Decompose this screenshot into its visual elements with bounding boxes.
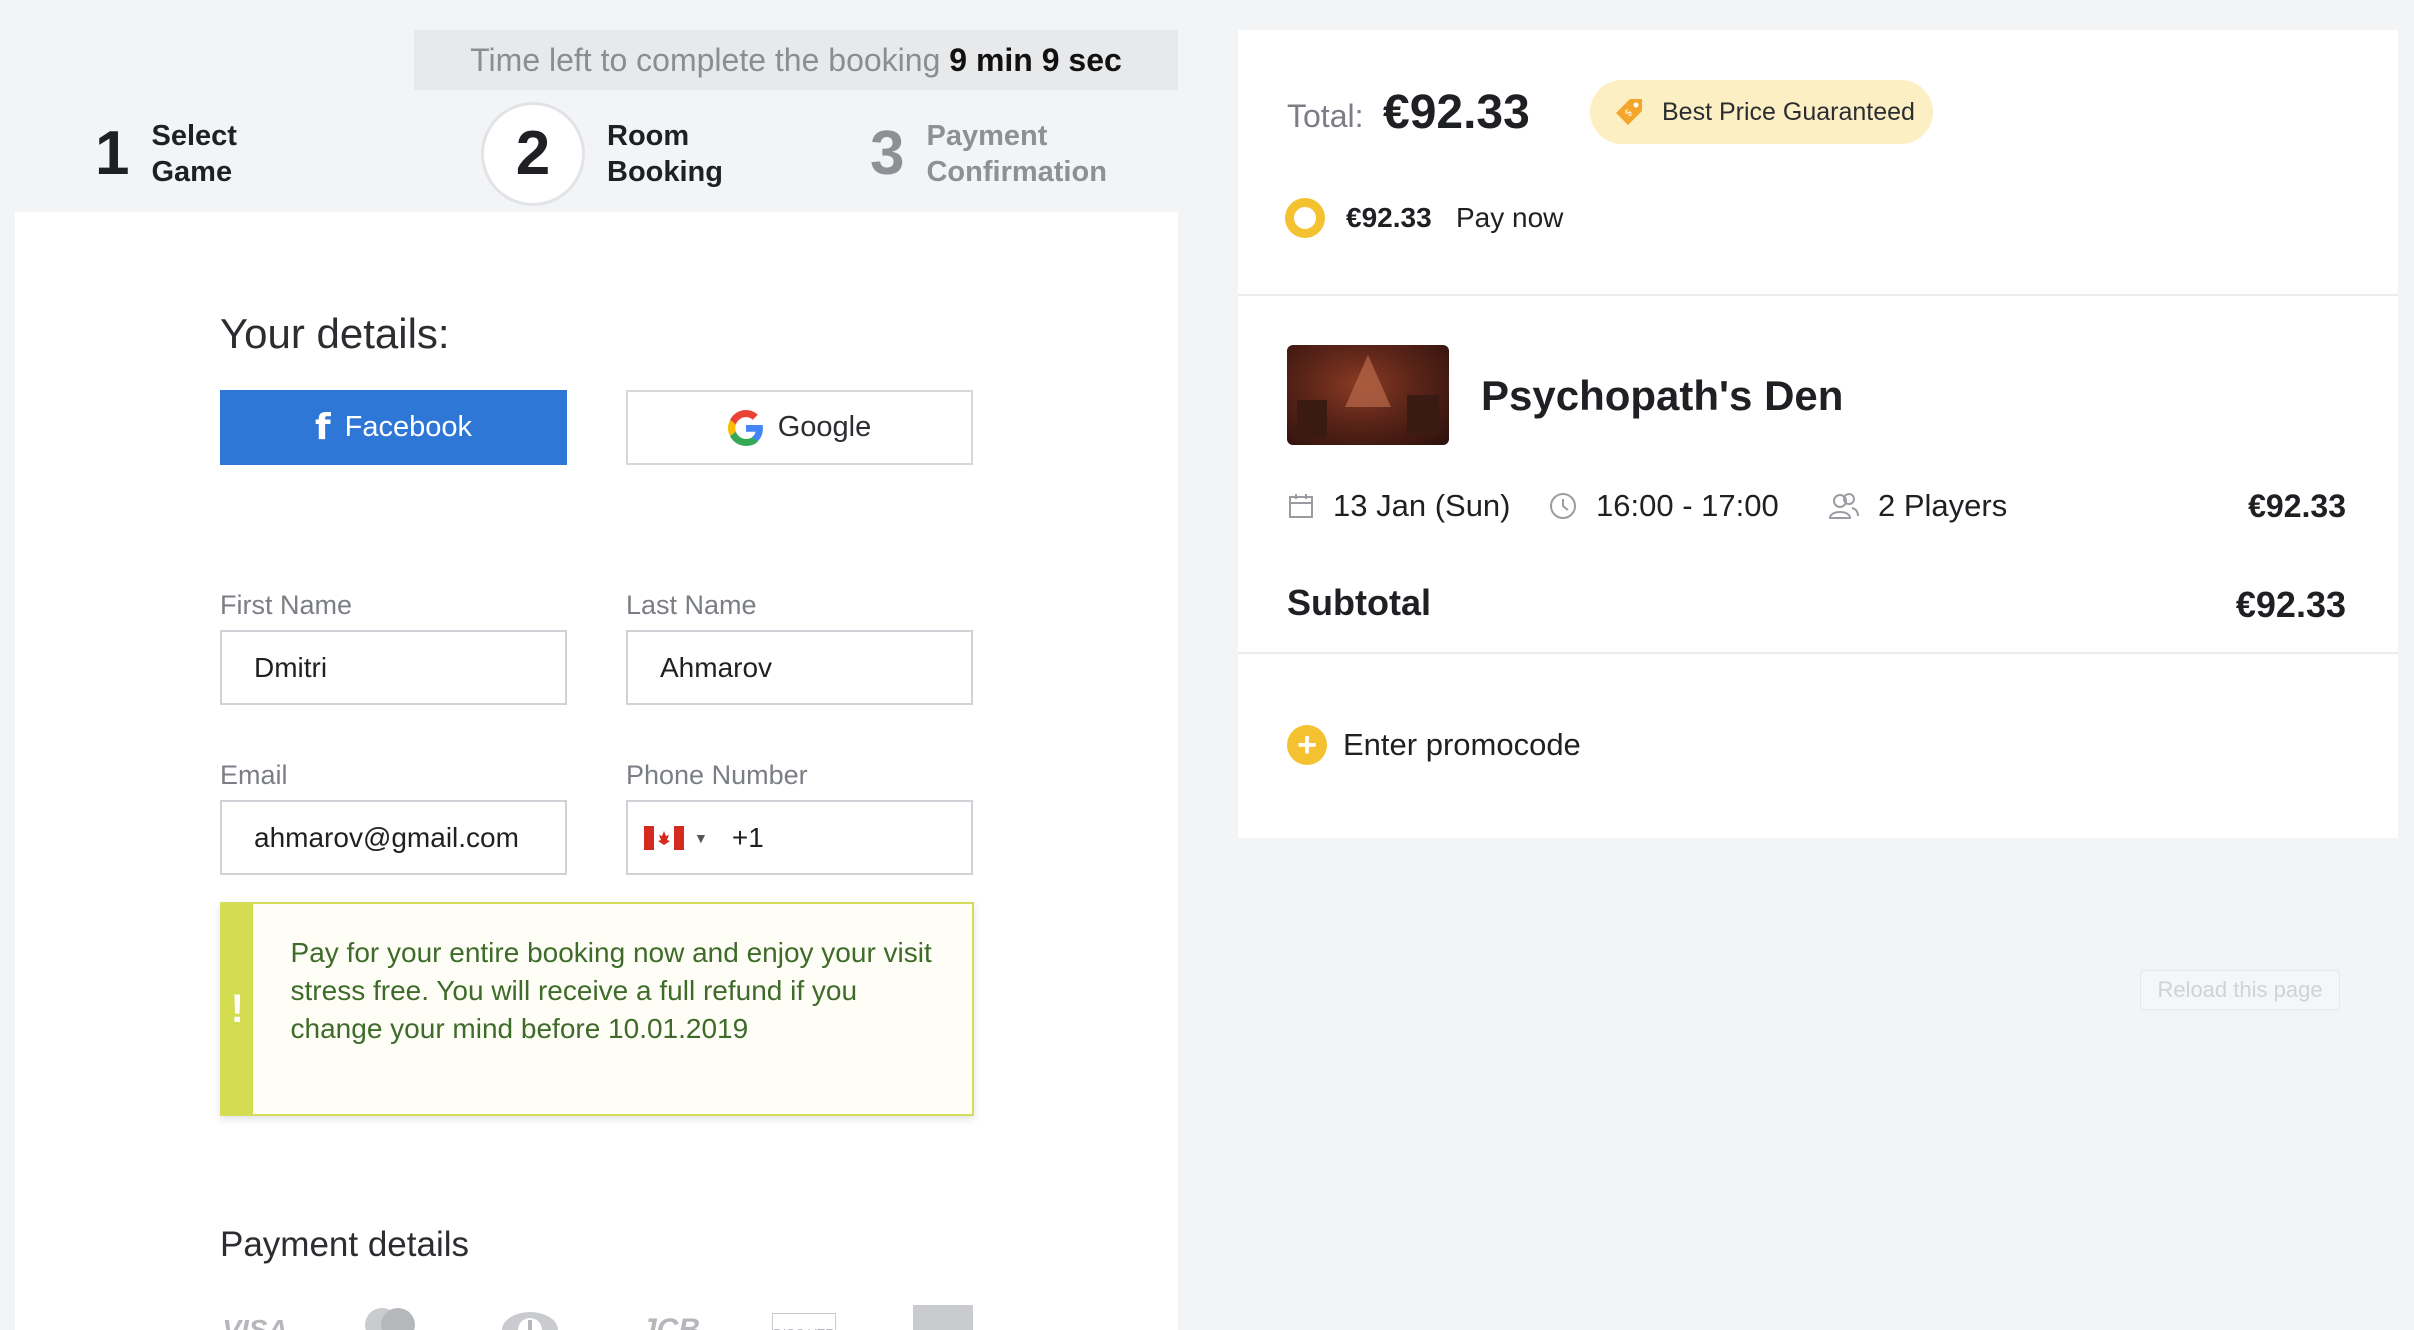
room-thumbnail <box>1287 345 1449 445</box>
divider <box>1238 652 2398 654</box>
jcb-card-icon: JCB <box>639 1313 700 1330</box>
first-name-label: First Name <box>220 590 353 620</box>
step-number-active: 2 <box>481 102 585 206</box>
reload-page-button[interactable]: Reload this page <box>2140 970 2340 1010</box>
step-select-game[interactable]: 1 Select Game <box>95 98 237 210</box>
canada-flag-icon <box>644 825 684 850</box>
mastercard-card-icon: mastercard <box>355 1305 425 1330</box>
badge-label: Best Price Guaranteed <box>1662 97 1915 126</box>
step-number: 1 <box>95 119 130 188</box>
mastercard-circles-icon <box>365 1308 415 1330</box>
players-icon <box>1828 493 1859 519</box>
booking-time: 16:00 - 17:00 <box>1548 488 1779 524</box>
players-text: 2 Players <box>1878 488 2008 523</box>
your-details-heading: Your details: <box>220 310 450 357</box>
step-label-line: Confirmation <box>926 156 1107 188</box>
price-tag-icon: $ <box>1616 99 1642 125</box>
step-label-line: Booking <box>607 156 723 188</box>
phone-code: +1 <box>731 821 764 853</box>
last-name-label: Last Name <box>626 590 757 620</box>
exclamation-icon: ! <box>222 904 253 1114</box>
time-text: 16:00 - 17:00 <box>1596 488 1779 523</box>
booking-players: 2 Players <box>1828 488 2007 524</box>
total-value: €92.33 <box>1383 86 1530 139</box>
pay-now-amount: €92.33 <box>1346 202 1432 233</box>
phone-input[interactable]: ▼ +1 <box>626 800 973 875</box>
step-label: Payment Confirmation <box>926 118 1106 190</box>
amex-card-icon <box>913 1305 973 1330</box>
room-title: Psychopath's Den <box>1481 372 1844 419</box>
step-number: 3 <box>870 119 905 188</box>
notice-text: Pay for your entire booking now and enjo… <box>290 937 932 1044</box>
timer-prefix: Time left to complete the booking <box>470 42 941 78</box>
step-label: Room Booking <box>607 118 723 190</box>
step-label-line: Room <box>607 120 690 152</box>
booking-timer: Time left to complete the booking 9 min … <box>414 30 1178 90</box>
facebook-icon: f <box>314 407 331 448</box>
clock-icon <box>1550 493 1576 519</box>
line-price: €92.33 <box>2248 488 2346 524</box>
pay-now-radio[interactable] <box>1285 198 1325 238</box>
enter-promocode-button[interactable]: + Enter promocode <box>1287 725 1581 765</box>
step-label-line: Select <box>151 120 237 152</box>
facebook-login-button[interactable]: f Facebook <box>220 390 567 465</box>
step-payment-confirmation: 3 Payment Confirmation <box>870 98 1107 210</box>
email-input[interactable]: ahmarov@gmail.com <box>220 800 567 875</box>
email-label: Email <box>220 760 288 790</box>
country-selector[interactable]: ▼ <box>644 825 708 850</box>
total-label: Total: <box>1287 98 1364 134</box>
booking-form-panel: Time left to complete the booking 9 min … <box>15 30 1178 1330</box>
order-summary-panel: Total: €92.33 $ Best Price Guaranteed €9… <box>1238 30 2398 838</box>
subtotal-label: Subtotal <box>1287 582 1431 623</box>
first-name-input[interactable]: Dmitri <box>220 630 567 705</box>
step-label-line: Payment <box>926 120 1048 152</box>
pay-now-label: Pay now <box>1456 202 1564 233</box>
timer-value: 9 min 9 sec <box>949 42 1122 78</box>
payment-details-heading: Payment details <box>220 1225 470 1264</box>
calendar-icon <box>1289 494 1313 518</box>
diners-card-icon <box>495 1305 565 1330</box>
subtotal-value: €92.33 <box>2235 584 2346 625</box>
step-bar: Time left to complete the booking 9 min … <box>15 30 1178 212</box>
discover-card-icon: DISC VER <box>772 1313 836 1330</box>
step-label: Select Game <box>151 118 236 190</box>
divider <box>1238 294 2398 296</box>
chevron-down-icon: ▼ <box>694 829 708 846</box>
last-name-input[interactable]: Ahmarov <box>626 630 973 705</box>
promocode-label: Enter promocode <box>1343 727 1581 762</box>
google-button-label: Google <box>777 411 872 443</box>
refund-notice: ! Pay for your entire booking now and en… <box>220 902 974 1116</box>
google-icon <box>727 409 763 446</box>
step-label-line: Game <box>151 156 233 188</box>
date-text: 13 Jan (Sun) <box>1333 488 1511 523</box>
facebook-button-label: Facebook <box>344 411 473 443</box>
visa-card-icon: VISA <box>222 1314 288 1330</box>
phone-label: Phone Number <box>626 760 808 790</box>
google-login-button[interactable]: Google <box>626 390 973 465</box>
booking-date: 13 Jan (Sun) <box>1287 488 1511 524</box>
plus-icon: + <box>1287 725 1327 765</box>
step-room-booking[interactable]: 2 Room Booking <box>481 98 723 210</box>
best-price-badge: $ Best Price Guaranteed <box>1590 80 1933 144</box>
